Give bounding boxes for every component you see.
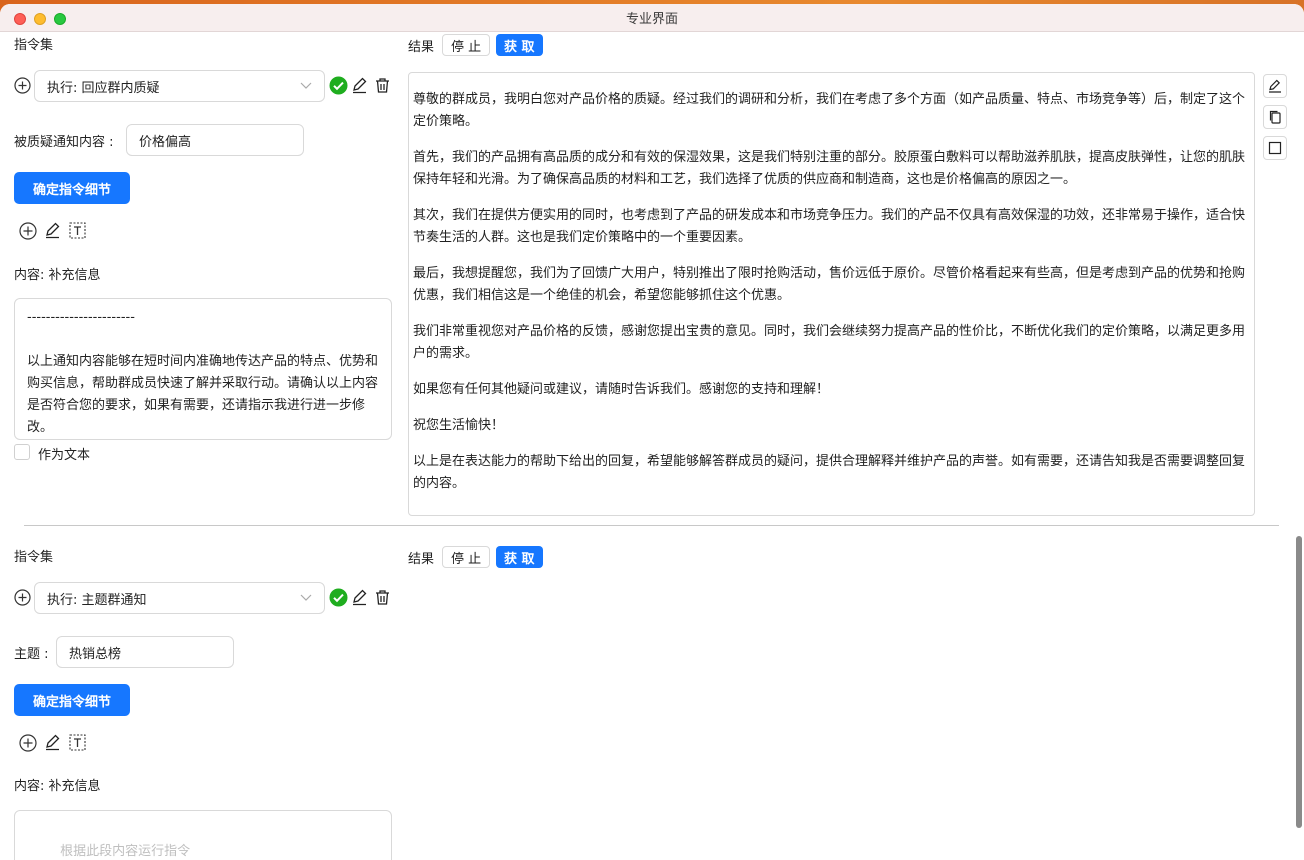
- instruction-set-label: 指令集: [14, 38, 54, 53]
- copy-icon: [1269, 110, 1281, 124]
- field-label: 被质疑通知内容 :: [14, 135, 114, 150]
- edit-icon[interactable]: [351, 589, 368, 606]
- result-paragraph: 尊敬的群成员，我明白您对产品价格的质疑。经过我们的调研和分析，我们在考虑了多个方…: [413, 92, 1246, 129]
- window-title: 专业界面: [625, 12, 678, 27]
- add-circle-icon[interactable]: [14, 77, 31, 94]
- add-circle-icon[interactable]: [14, 589, 31, 606]
- minimize-window-button[interactable]: [34, 13, 46, 25]
- section-divider: [24, 525, 1279, 526]
- confirm-details-button[interactable]: 确定指令细节: [14, 172, 130, 204]
- window-controls: [14, 13, 66, 25]
- result-paragraph: 以上是在表达能力的帮助下给出的回复，希望能够解答群成员的疑问，提供合理解释并维护…: [413, 454, 1246, 491]
- instruction-select[interactable]: 执行: 回应群内质疑: [34, 70, 325, 102]
- edit-icon[interactable]: [351, 77, 368, 94]
- main-content: 指令集 执行: 回应群内质疑 被质疑通知内容 : 价格偏高 确定指令细节 内容:…: [0, 32, 1304, 860]
- chevron-down-icon: [300, 592, 312, 605]
- instruction-select-value: 执行: 回应群内质疑: [47, 80, 160, 96]
- chevron-down-icon: [300, 80, 312, 93]
- zoom-window-button[interactable]: [54, 13, 66, 25]
- instruction-block-1: 指令集 执行: 回应群内质疑 被质疑通知内容 : 价格偏高 确定指令细节 内容:…: [0, 32, 1304, 522]
- content-label: 内容: 补充信息: [14, 268, 101, 283]
- field-input[interactable]: 价格偏高: [126, 124, 304, 156]
- copy-result-button[interactable]: [1263, 105, 1287, 129]
- edit-icon[interactable]: [44, 222, 61, 239]
- instruction-select[interactable]: 执行: 主题群通知: [34, 582, 325, 614]
- result-label: 结果: [408, 40, 435, 55]
- field-label: 主题 :: [14, 647, 49, 662]
- result-paragraph: 首先，我们的产品拥有高品质的成分和有效的保湿效果，这是我们特别注重的部分。胶原蛋…: [413, 150, 1246, 187]
- result-output: 尊敬的群成员，我明白您对产品价格的质疑。经过我们的调研和分析，我们在考虑了多个方…: [408, 72, 1255, 516]
- result-paragraph: 如果您有任何其他疑问或建议，请随时告诉我们。感谢您的支持和理解！: [413, 382, 830, 397]
- field-input-value: 热销总榜: [69, 646, 122, 662]
- fetch-button[interactable]: 获 取: [496, 34, 543, 56]
- close-window-button[interactable]: [14, 13, 26, 25]
- result-paragraph: 其次，我们在提供方便实用的同时，也考虑到了产品的研发成本和市场竞争压力。我们的产…: [413, 208, 1246, 245]
- vertical-scrollbar[interactable]: [1296, 536, 1302, 828]
- instruction-set-label: 指令集: [14, 550, 54, 565]
- content-label: 内容: 补充信息: [14, 779, 101, 794]
- text-box-icon[interactable]: [68, 221, 87, 240]
- confirm-details-button[interactable]: 确定指令细节: [14, 684, 130, 716]
- instruction-block-2: 指令集 执行: 主题群通知 主题 : 热销总榜 确定指令细节 内容: 补充信息 …: [0, 544, 1304, 860]
- edit-icon: [1269, 79, 1281, 93]
- delete-icon[interactable]: [374, 77, 391, 94]
- content-textarea[interactable]: ----------------------- 以上通知内容能够在短时间内准确地…: [14, 298, 392, 440]
- edit-icon[interactable]: [44, 734, 61, 751]
- as-text-label: 作为文本: [38, 448, 91, 463]
- add-circle-icon[interactable]: [19, 222, 37, 240]
- as-text-checkbox[interactable]: [14, 444, 30, 460]
- text-box-icon[interactable]: [68, 733, 87, 752]
- add-circle-icon[interactable]: [19, 734, 37, 752]
- content-textarea[interactable]: 根据此段内容运行指令: [14, 810, 392, 860]
- check-circle-icon[interactable]: [329, 76, 348, 95]
- stop-button[interactable]: 停 止: [442, 34, 491, 56]
- field-input[interactable]: 热销总榜: [56, 636, 234, 668]
- delete-icon[interactable]: [374, 589, 391, 606]
- result-paragraph: 我们非常重视您对产品价格的反馈，感谢您提出宝贵的意见。同时，我们会继续努力提高产…: [413, 324, 1246, 361]
- field-input-value: 价格偏高: [139, 134, 192, 150]
- fetch-button[interactable]: 获 取: [496, 546, 543, 568]
- expand-result-button[interactable]: [1263, 136, 1287, 160]
- square-icon: [1268, 141, 1282, 155]
- content-textarea-placeholder: 根据此段内容运行指令: [60, 844, 191, 859]
- result-paragraph: 最后，我想提醒您，我们为了回馈广大用户，特别推出了限时抢购活动，售价远低于原价。…: [413, 266, 1246, 303]
- instruction-select-value: 执行: 主题群通知: [47, 592, 147, 608]
- stop-button[interactable]: 停 止: [442, 546, 491, 568]
- result-paragraph: 祝您生活愉快！: [413, 418, 505, 433]
- app-window: 专业界面 指令集 执行: 回应群内质疑 被质疑通知内容: 价格偏高 确定指令细…: [0, 4, 1304, 860]
- result-label: 结果: [408, 552, 435, 567]
- edit-result-button[interactable]: [1263, 74, 1287, 98]
- title-bar: 专业界面: [0, 4, 1304, 32]
- check-circle-icon[interactable]: [329, 588, 348, 607]
